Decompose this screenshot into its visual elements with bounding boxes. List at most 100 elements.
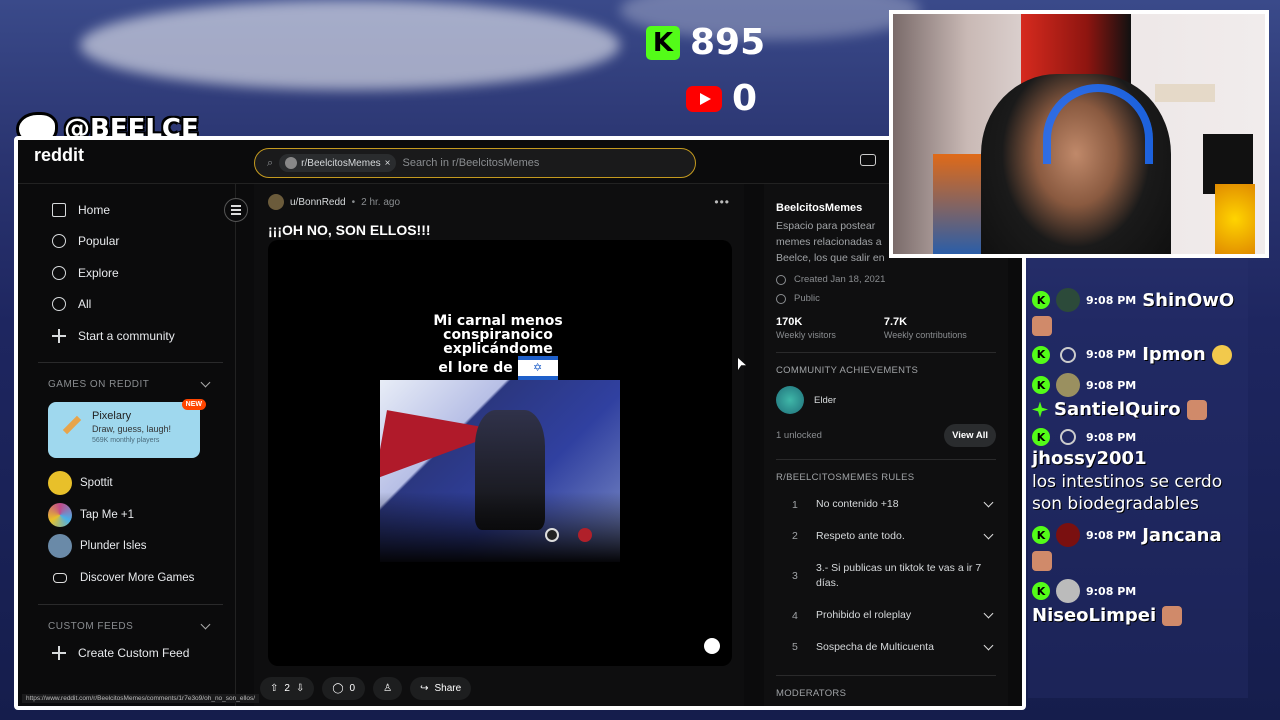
chevron-down-icon xyxy=(983,608,994,619)
meme-line: Mi carnal menos xyxy=(433,313,563,329)
pixelary-subtitle: Draw, guess, laugh! xyxy=(92,423,172,434)
upvote-icon[interactable]: ⇧ xyxy=(270,683,278,694)
custom-feeds-header[interactable]: CUSTOM FEEDS xyxy=(18,615,235,638)
post-title[interactable]: ¡¡¡OH NO, SON ELLOS!!! xyxy=(254,210,744,238)
pixelary-players: 569K monthly players xyxy=(92,436,160,444)
comment-icon: ◯ xyxy=(332,683,344,694)
chat-message-line: K 9:08 PM Jancana xyxy=(1032,523,1244,547)
nav-all[interactable]: All xyxy=(18,289,235,321)
kick-counter: K 895 xyxy=(646,22,765,63)
stream-chat: K 9:08 PM ShinOwO K 9:08 PM Ipmon K 9:08… xyxy=(1028,258,1248,698)
post-video[interactable]: Mi carnal menos conspiranoico explicándo… xyxy=(268,240,732,666)
nav-start-community[interactable]: Start a community xyxy=(18,320,235,352)
share-button[interactable]: ↪ Share xyxy=(410,677,472,700)
chevron-down-icon xyxy=(200,377,211,387)
spottit-icon xyxy=(48,471,72,496)
created-label: Created Jan 18, 2021 xyxy=(794,274,886,285)
rule-text: Sospecha de Multicuenta xyxy=(816,640,934,653)
post-author[interactable]: u/BonnRedd xyxy=(290,197,346,208)
downvote-icon[interactable]: ⇩ xyxy=(296,683,304,694)
chat-time: 9:08 PM xyxy=(1086,348,1137,361)
kick-badge-icon: K xyxy=(1032,526,1050,544)
rules-header: R/BEELCITOSMEMES RULES xyxy=(776,472,915,483)
subreddit-avatar xyxy=(285,157,298,169)
chat-time: 9:08 PM xyxy=(1086,528,1137,542)
pencil-icon xyxy=(62,415,82,434)
achievements-header: COMMUNITY ACHIEVEMENTS xyxy=(776,365,919,376)
nav-explore[interactable]: Explore xyxy=(18,257,235,289)
search-placeholder[interactable]: Search in r/BeelcitosMemes xyxy=(402,157,539,169)
nav-label: Home xyxy=(78,202,111,217)
create-custom-feed[interactable]: Create Custom Feed xyxy=(18,638,235,670)
rule-item[interactable]: 3 3.- Si publicas un tiktok te vas a ir 7… xyxy=(776,552,996,600)
weekly-contrib-value: 7.7K xyxy=(883,316,908,328)
user-avatar xyxy=(1056,288,1080,312)
nav-label: Start a community xyxy=(78,328,175,343)
game-plunder-isles[interactable]: Plunder Isles xyxy=(18,531,235,563)
meme-line: explicándome xyxy=(443,341,553,357)
vote-button[interactable]: ⇧ 2 ⇩ xyxy=(260,677,315,700)
reddit-header: reddit ⌕ r/BeelcitosMemes × Search in r/… xyxy=(18,140,1022,184)
user-avatar xyxy=(1060,346,1076,363)
community-stats: 170K Weekly visitors 7.7K Weekly contribut… xyxy=(776,316,996,340)
globe-icon xyxy=(776,293,786,304)
chat-text: los intestinos se cerdo son biodegradabl… xyxy=(1032,472,1223,514)
games-section-header[interactable]: GAMES ON REDDIT xyxy=(18,373,235,396)
nav-popular[interactable]: Popular xyxy=(18,226,235,258)
youtube-counter: 0 xyxy=(686,78,757,119)
chip-close-icon[interactable]: × xyxy=(385,158,391,169)
rule-number: 3 xyxy=(792,570,798,582)
menu-toggle-button[interactable] xyxy=(224,198,248,222)
comments-button[interactable]: ◯ 0 xyxy=(322,677,366,700)
divider xyxy=(38,361,223,363)
nav-home[interactable]: Home xyxy=(18,194,235,226)
achievement-elder[interactable]: Elder xyxy=(776,386,996,414)
discover-games[interactable]: Discover More Games xyxy=(18,562,235,594)
chat-emote-line xyxy=(1032,551,1244,571)
kick-badge-icon: K xyxy=(1032,291,1050,309)
chat-username: SantielQuiro xyxy=(1054,399,1181,420)
chat-message-line: K 9:08 PM ShinOwO xyxy=(1032,288,1244,312)
post-header: u/BonnRedd • 2 hr. ago ••• xyxy=(254,184,744,210)
chat-username: NiseoLimpei xyxy=(1032,605,1157,626)
visibility: Public xyxy=(776,293,996,304)
game-spottit[interactable]: Spottit xyxy=(18,468,235,500)
game-tap-me[interactable]: Tap Me +1 xyxy=(18,499,235,531)
more-options-icon[interactable]: ••• xyxy=(714,195,730,209)
volume-icon[interactable] xyxy=(704,638,720,654)
chat-time: 9:08 PM xyxy=(1086,430,1137,444)
youtube-count: 0 xyxy=(732,78,758,119)
ad-icon[interactable] xyxy=(860,154,876,166)
reddit-logo[interactable]: reddit xyxy=(34,145,84,166)
rule-item[interactable]: 5 Sospecha de Multicuenta xyxy=(776,632,996,664)
author-avatar[interactable] xyxy=(268,194,284,210)
subreddit-chip[interactable]: r/BeelcitosMemes × xyxy=(279,154,397,172)
rule-item[interactable]: 1 No contenido +18 xyxy=(776,489,996,521)
pixelary-card[interactable]: NEW Pixelary Draw, guess, laugh! 569K mo… xyxy=(48,398,206,458)
rule-item[interactable]: 2 Respeto ante todo. xyxy=(776,521,996,553)
scene-shade xyxy=(380,492,620,562)
user-avatar xyxy=(1056,373,1080,397)
chat-username: jhossy2001 xyxy=(1032,448,1147,469)
kick-badge-icon: K xyxy=(1032,376,1050,394)
comment-count: 0 xyxy=(349,683,356,694)
chat-emote-line xyxy=(1032,316,1244,336)
chat-message: K 9:08 PM Ipmon xyxy=(1028,342,1248,369)
anime-scene-image xyxy=(380,380,620,562)
chat-username: Jancana xyxy=(1142,524,1222,546)
award-button[interactable]: ♙ xyxy=(373,677,403,700)
nav-label: Explore xyxy=(78,265,119,280)
games-header-label: GAMES ON REDDIT xyxy=(48,378,150,390)
pixelary-title: Pixelary xyxy=(92,409,132,422)
cam-shelf xyxy=(1155,84,1215,102)
view-all-button[interactable]: View All xyxy=(944,424,996,447)
rule-text: Prohibido el roleplay xyxy=(816,609,912,622)
chat-message: K 9:08 PM NiseoLimpei xyxy=(1028,577,1248,630)
post-actions: ⇧ 2 ⇩ ◯ 0 ♙ ↪ Share xyxy=(260,677,472,700)
search-bar[interactable]: ⌕ r/BeelcitosMemes × Search in r/Beelcit… xyxy=(254,148,696,178)
user-avatar xyxy=(1056,523,1080,547)
chevron-down-icon xyxy=(983,529,994,540)
rule-item[interactable]: 4 Prohibido el roleplay xyxy=(776,600,996,632)
meme-line: conspiranoico xyxy=(443,327,553,343)
rule-number: 1 xyxy=(792,498,798,511)
